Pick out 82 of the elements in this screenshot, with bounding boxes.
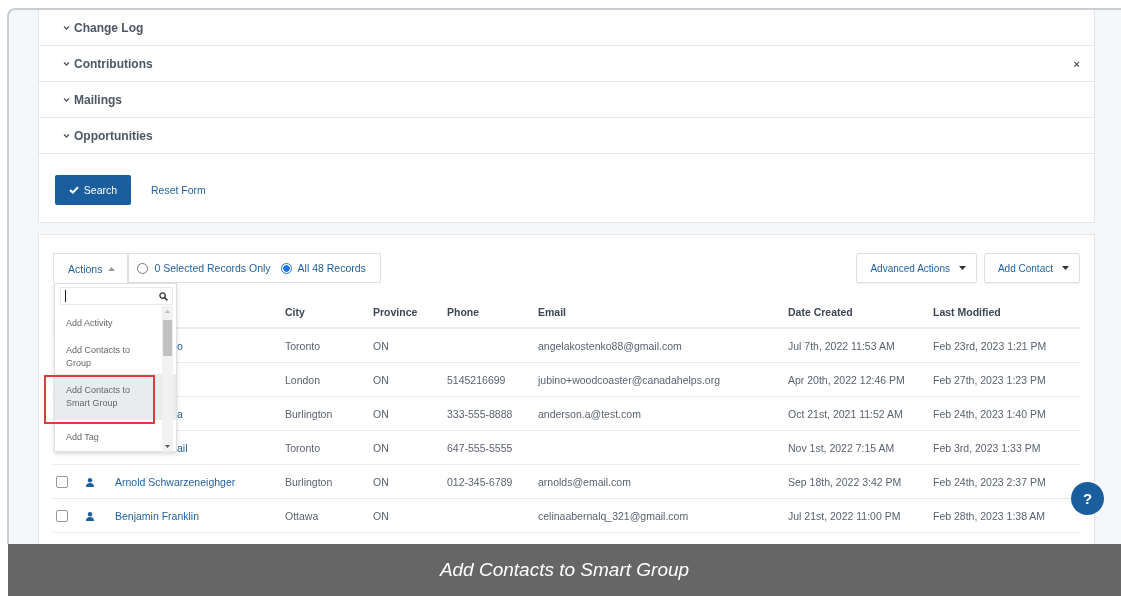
dropdown-button[interactable]: Add Contact [983,253,1080,283]
table-cell: jubino+woodcoaster@canadahelps.org [538,373,720,386]
scroll-down-arrow-icon[interactable] [165,445,170,448]
table-cell: 5145216699 [447,373,506,386]
column-header[interactable]: Last Modified [933,306,1001,318]
column-header[interactable]: Phone [447,306,480,318]
table-cell: Feb 23rd, 2023 1:21 PM [933,339,1047,352]
radio-option[interactable]: All 48 Records [280,262,366,274]
radio-button[interactable] [280,262,292,274]
table-cell: 333-555-8888 [447,407,513,420]
table-cell: ON [373,407,389,420]
scrollbar[interactable] [162,306,173,452]
table-cell: Sep 18th, 2022 3:42 PM [788,475,902,488]
table-cell: 012-345-6789 [447,475,513,488]
text-cursor [65,290,66,302]
table-cell: Feb 24th, 2023 2:37 PM [933,475,1046,488]
contact-name-link[interactable]: ail [177,441,188,454]
column-header[interactable]: Email [538,306,566,318]
chevron-down-icon [63,61,70,66]
table-cell: Toronto [285,339,321,352]
menu-item[interactable]: Add Contacts to Group [55,340,176,374]
scroll-up-arrow-icon[interactable] [165,310,170,313]
accordion-header[interactable]: Contributions [63,56,153,71]
contact-name-link[interactable]: Benjamin Franklin [115,509,200,522]
dropdown-button[interactable]: Advanced Actions [856,253,977,283]
table-cell: angelakostenko88@gmail.com [538,339,682,352]
accordion-header[interactable]: Change Log [63,20,144,35]
search-icon [159,292,168,301]
chevron-down-icon [63,25,70,30]
help-button[interactable]: ? [1071,482,1104,515]
contact-name-link[interactable]: Arnold Schwarzeneighger [115,475,236,488]
radio-option[interactable]: 0 Selected Records Only [137,262,271,274]
contact-name-link[interactable]: a [177,407,183,420]
caret-down-icon [958,266,966,270]
table-cell: Feb 28th, 2023 1:38 AM [933,509,1046,522]
row-checkbox[interactable] [56,510,68,523]
column-header[interactable]: Province [373,306,418,318]
table-cell: Feb 3rd, 2023 1:33 PM [933,441,1041,454]
table-cell: 647-555-5555 [447,441,513,454]
table-cell: Oct 21st, 2021 11:52 AM [788,407,903,420]
close-button[interactable]: × [1073,57,1080,70]
table-cell: London [285,373,321,386]
menu-item[interactable]: Add Activity [55,306,176,340]
table-cell: Ottawa [285,509,319,522]
accordion-header[interactable]: Opportunities [63,128,153,143]
table-cell: Toronto [285,441,321,454]
table-cell: Burlington [285,475,333,488]
radio-button[interactable] [137,262,149,274]
table-cell: ON [373,475,389,488]
table-cell: arnolds@email.com [538,475,631,488]
table-cell: anderson.a@test.com [538,407,641,420]
menu-item[interactable]: Add Tag [55,420,176,454]
reset-form-link[interactable]: Reset Form [151,184,206,196]
chevron-down-icon [63,133,70,138]
image-caption: Add Contacts to Smart Group [439,559,690,581]
contact-name-link[interactable]: o [177,339,183,352]
table-cell: Burlington [285,407,333,420]
checkmark-icon [68,186,79,194]
row-checkbox[interactable] [56,476,68,489]
table-cell: Feb 27th, 2023 1:23 PM [933,373,1046,386]
chevron-down-icon [63,97,70,102]
column-header[interactable]: City [285,306,305,318]
table-cell: ON [373,339,389,352]
accordion-header[interactable]: Mailings [63,92,122,107]
caret-down-icon [1062,266,1069,270]
table-cell: Nov 1st, 2022 7:15 AM [788,441,895,454]
table-cell: Apr 20th, 2022 12:46 PM [788,373,905,386]
table-cell: ON [373,509,389,522]
table-cell: ON [373,373,389,386]
menu-search-field[interactable] [60,287,173,305]
scrollbar-thumb[interactable] [163,320,172,356]
table-cell: Feb 24th, 2023 1:40 PM [933,407,1046,420]
search-button[interactable]: Search [55,175,131,205]
table-cell: Jul 7th, 2022 11:53 AM [788,339,895,352]
caret-up-icon [108,266,116,271]
person-icon [86,478,94,488]
person-icon [86,512,94,522]
table-cell: ON [373,441,389,454]
actions-dropdown-button[interactable]: Actions [53,253,129,283]
table-cell: Jul 21st, 2022 11:00 PM [788,509,901,522]
table-cell: celinaabernalq_321@gmail.com [538,509,689,522]
column-header[interactable]: Date Created [788,306,853,318]
